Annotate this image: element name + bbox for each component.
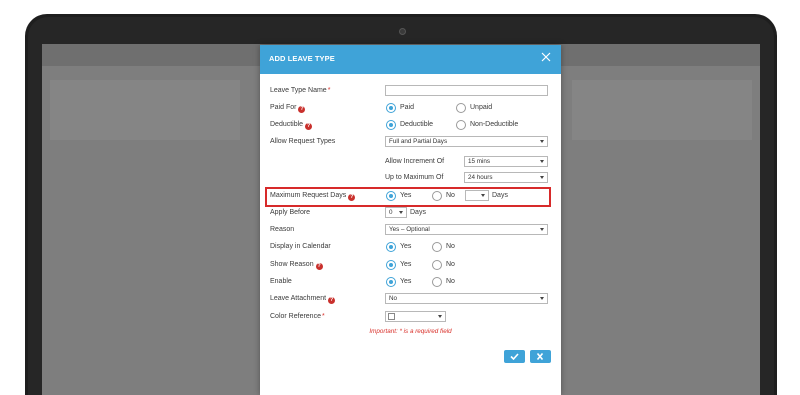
allow-increment-row: Allow Increment Of 15 mins — [260, 156, 561, 170]
chevron-down-icon — [540, 160, 544, 163]
help-icon[interactable]: ? — [348, 194, 356, 201]
show-reason-no-label: No — [446, 261, 455, 268]
leave-attachment-value: No — [389, 295, 398, 302]
up-to-maximum-select[interactable]: 24 hours — [464, 172, 548, 183]
leave-attachment-row: Leave Attachment? No — [260, 293, 561, 307]
max-days-unit-label: Days — [492, 192, 508, 199]
unpaid-radio[interactable] — [456, 103, 466, 113]
required-mark: * — [327, 87, 331, 94]
reason-select[interactable]: Yes – Optional — [385, 224, 548, 235]
apply-before-value: 0 — [389, 209, 393, 216]
allow-increment-value: 15 mins — [468, 158, 491, 165]
webcam — [399, 28, 406, 35]
display-in-calendar-label: Display in Calendar — [270, 243, 331, 250]
leave-attachment-label: Leave Attachment? — [270, 295, 336, 304]
display-calendar-no-radio[interactable] — [432, 242, 442, 252]
chevron-down-icon — [540, 140, 544, 143]
up-to-maximum-label: Up to Maximum Of — [385, 174, 444, 181]
enable-label: Enable — [270, 278, 292, 285]
maximum-request-days-row: Maximum Request Days? Yes No Days — [260, 190, 561, 204]
allow-increment-label: Allow Increment Of — [385, 158, 445, 165]
allow-request-types-row: Allow Request Types Full and Partial Day… — [260, 136, 561, 150]
up-to-maximum-row: Up to Maximum Of 24 hours — [260, 172, 561, 186]
reason-row: Reason Yes – Optional — [260, 224, 561, 238]
allow-request-types-label: Allow Request Types — [270, 138, 336, 145]
max-days-no-radio[interactable] — [432, 191, 442, 201]
leave-type-name-input[interactable] — [385, 85, 548, 96]
max-days-yes-label: Yes — [400, 192, 412, 199]
chevron-down-icon — [540, 176, 544, 179]
add-leave-type-dialog: ADD LEAVE TYPE Leave Type Name* Paid For… — [260, 45, 561, 395]
max-days-yes-radio[interactable] — [386, 191, 396, 201]
background-panel — [50, 80, 240, 140]
apply-before-row: Apply Before 0 Days — [260, 207, 561, 221]
apply-before-unit-label: Days — [410, 209, 426, 216]
dialog-header: ADD LEAVE TYPE — [260, 45, 561, 74]
chevron-down-icon — [399, 211, 403, 214]
apply-before-label: Apply Before — [270, 209, 311, 216]
maximum-request-days-label: Maximum Request Days? — [270, 192, 356, 201]
allow-request-types-value: Full and Partial Days — [389, 138, 448, 145]
enable-no-radio[interactable] — [432, 277, 442, 287]
max-days-select[interactable] — [465, 190, 489, 201]
chevron-down-icon — [438, 315, 442, 318]
color-reference-label: Color Reference* — [270, 313, 325, 320]
allow-request-types-select[interactable]: Full and Partial Days — [385, 136, 548, 147]
color-reference-picker[interactable] — [385, 311, 446, 322]
reason-value: Yes – Optional — [389, 226, 430, 233]
enable-row: Enable Yes No — [260, 276, 561, 290]
paid-option-label: Paid — [400, 104, 415, 111]
help-icon[interactable]: ? — [328, 297, 336, 304]
deductible-label: Deductible? — [270, 121, 313, 130]
show-reason-row: Show Reason? Yes No — [260, 259, 561, 273]
display-calendar-no-label: No — [446, 243, 455, 250]
show-reason-label: Show Reason? — [270, 261, 323, 270]
show-reason-yes-radio[interactable] — [386, 260, 396, 270]
deductible-option-label: Deductible — [400, 121, 434, 128]
deductible-row: Deductible? Deductible Non-Deductible — [260, 119, 561, 133]
display-calendar-yes-radio[interactable] — [386, 242, 396, 252]
paid-for-row: Paid For? Paid Unpaid — [260, 102, 561, 116]
save-button[interactable] — [504, 350, 525, 363]
display-in-calendar-row: Display in Calendar Yes No — [260, 241, 561, 255]
enable-no-label: No — [446, 278, 455, 285]
show-reason-no-radio[interactable] — [432, 260, 442, 270]
cancel-button[interactable] — [530, 350, 551, 363]
help-icon[interactable]: ? — [315, 263, 323, 270]
reason-label: Reason — [270, 226, 295, 233]
close-icon[interactable] — [539, 50, 553, 64]
help-icon[interactable]: ? — [305, 123, 313, 130]
chevron-down-icon — [540, 228, 544, 231]
display-calendar-yes-label: Yes — [400, 243, 412, 250]
non-deductible-option-label: Non-Deductible — [470, 121, 519, 128]
paid-radio[interactable] — [386, 103, 396, 113]
apply-before-select[interactable]: 0 — [385, 207, 407, 218]
max-days-no-label: No — [446, 192, 455, 199]
color-swatch — [388, 313, 395, 320]
up-to-maximum-value: 24 hours — [468, 174, 493, 181]
unpaid-option-label: Unpaid — [470, 104, 493, 111]
help-icon[interactable]: ? — [298, 106, 306, 113]
leave-type-name-row: Leave Type Name* — [260, 85, 561, 99]
required-field-note: Important: * is a required field — [369, 328, 452, 335]
leave-attachment-select[interactable]: No — [385, 293, 548, 304]
non-deductible-radio[interactable] — [456, 120, 466, 130]
show-reason-yes-label: Yes — [400, 261, 412, 268]
allow-increment-select[interactable]: 15 mins — [464, 156, 548, 167]
x-icon — [536, 353, 544, 360]
leave-type-name-label: Leave Type Name* — [270, 87, 331, 94]
check-icon — [510, 353, 519, 360]
required-mark: * — [321, 313, 325, 320]
chevron-down-icon — [540, 297, 544, 300]
background-panel — [572, 80, 752, 140]
paid-for-label: Paid For? — [270, 104, 306, 113]
enable-yes-label: Yes — [400, 278, 412, 285]
color-reference-row: Color Reference* — [260, 311, 561, 325]
deductible-radio[interactable] — [386, 120, 396, 130]
enable-yes-radio[interactable] — [386, 277, 396, 287]
chevron-down-icon — [481, 194, 485, 197]
dialog-title: ADD LEAVE TYPE — [269, 54, 335, 63]
